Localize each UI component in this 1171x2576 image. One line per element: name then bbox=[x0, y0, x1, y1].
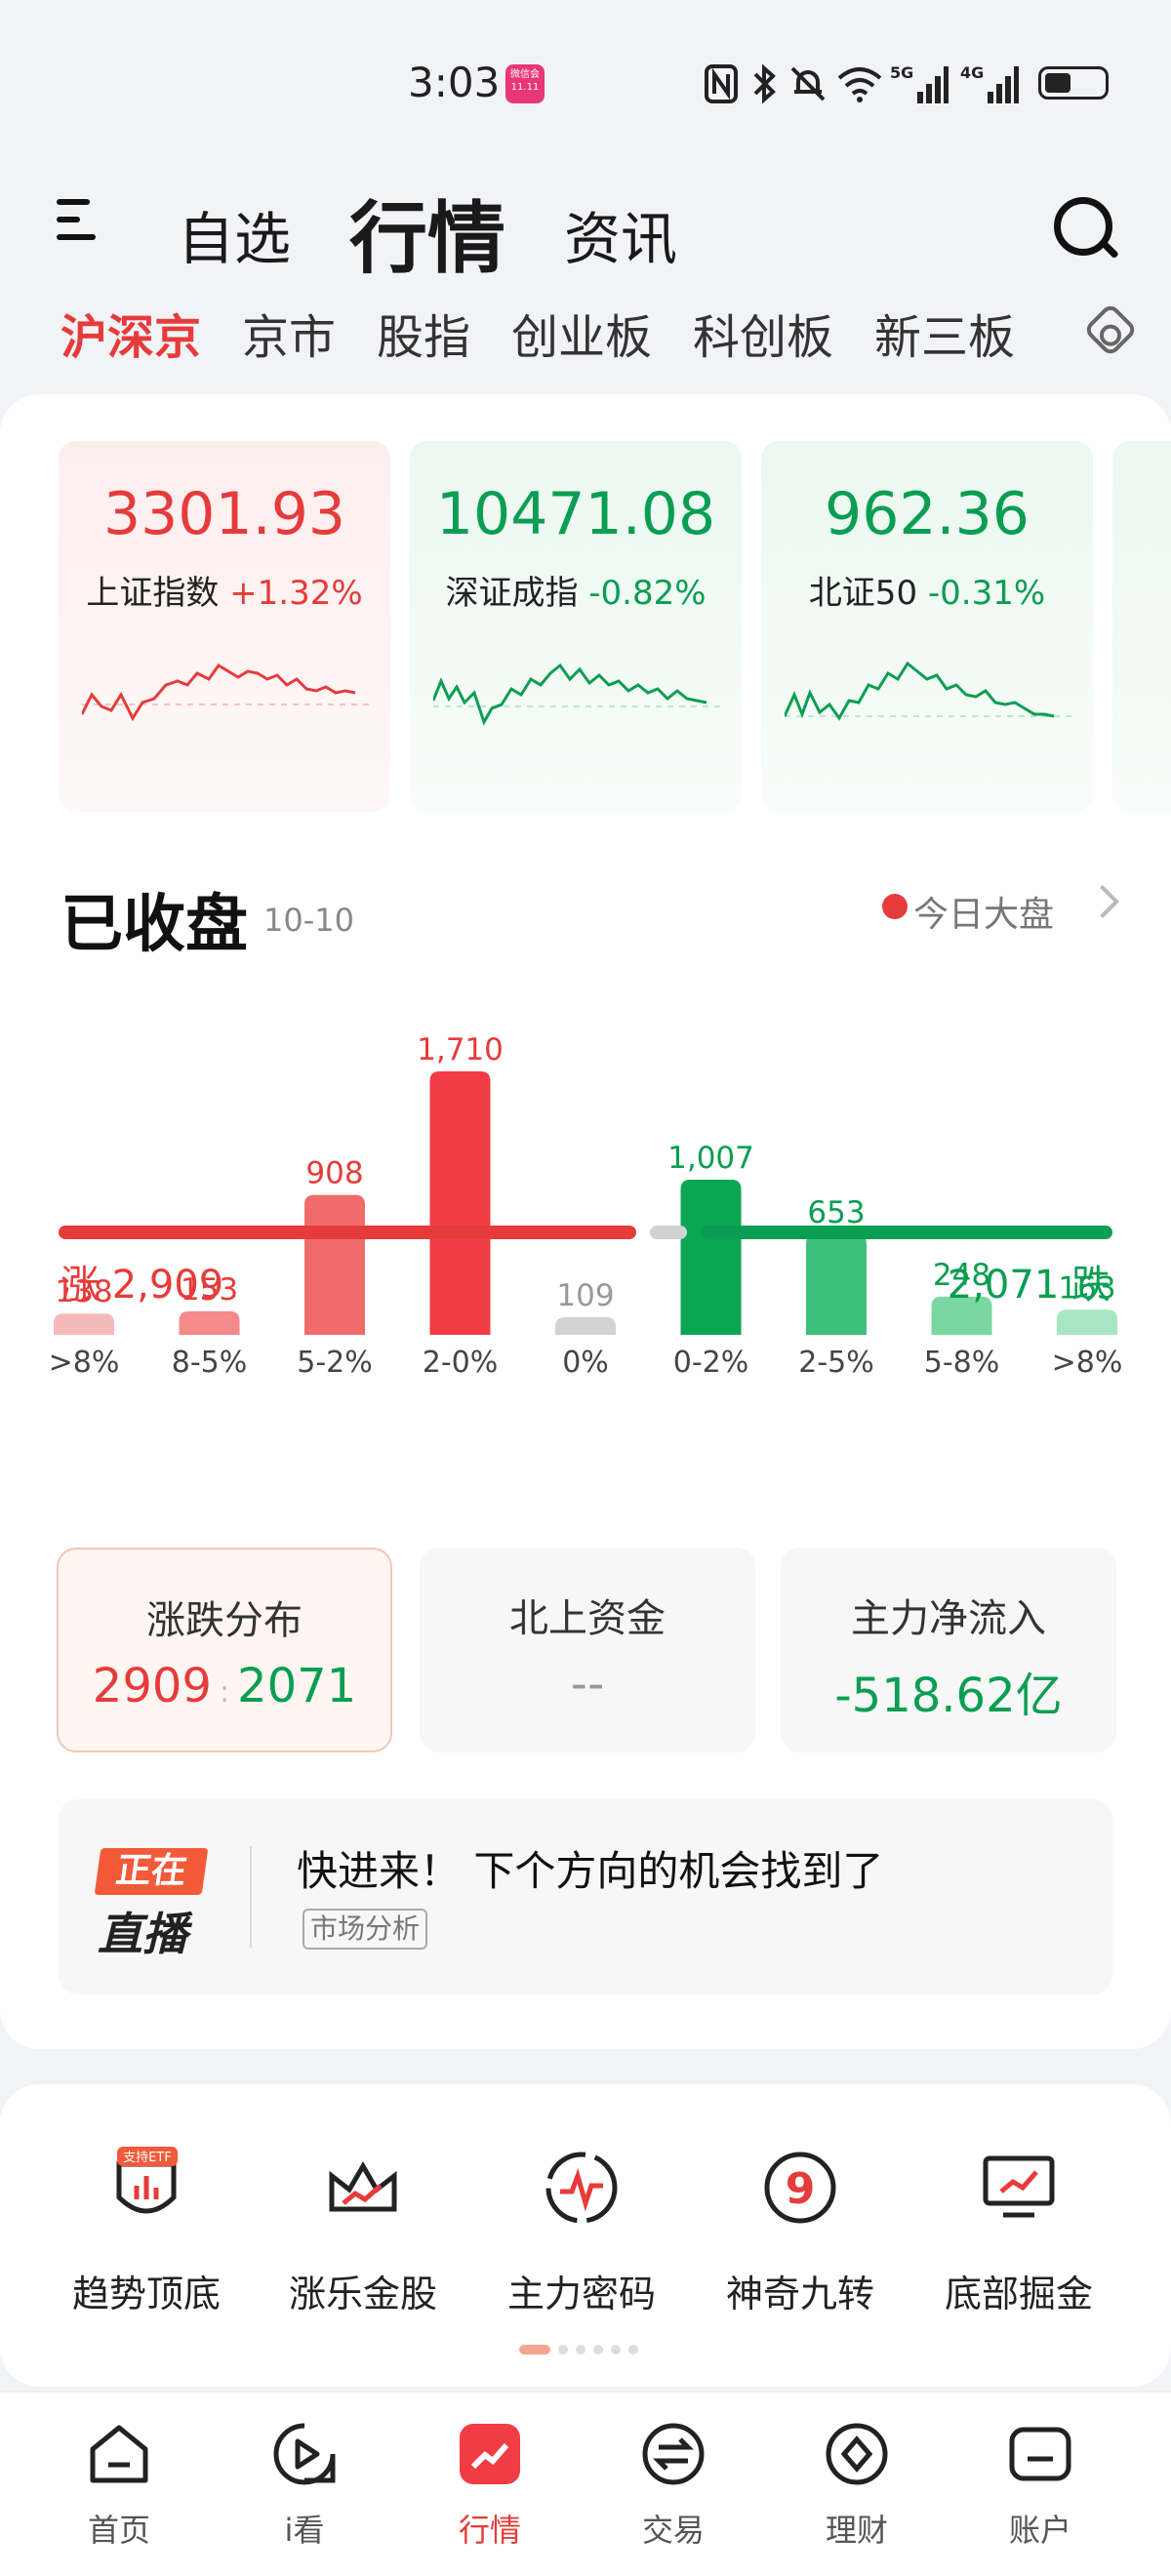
battery-icon bbox=[1038, 66, 1109, 100]
tab-news[interactable]: 资讯 bbox=[564, 193, 677, 275]
chart-value-label: 908 bbox=[305, 1156, 363, 1191]
bottom-nav: 首页 i看 行情 交易 理财 账户 bbox=[0, 2391, 1171, 2576]
fall-proportion-bar bbox=[701, 1226, 1112, 1239]
chart-category-label: >8% bbox=[49, 1346, 120, 1380]
chart-bar bbox=[680, 1180, 742, 1335]
monitor-chart-icon bbox=[978, 2147, 1060, 2229]
sparkline-shenzhen bbox=[433, 663, 726, 726]
stat-rise-fall-distribution[interactable]: 涨跌分布 2909:2071 bbox=[57, 1548, 392, 1752]
app-badge-icon: 微信会 11.11 bbox=[505, 64, 545, 103]
svg-text:5G: 5G bbox=[890, 63, 913, 82]
mute-bell-icon bbox=[790, 66, 826, 101]
subtab-xinsanban[interactable]: 新三板 bbox=[874, 299, 1015, 367]
chart-category-label: 5-8% bbox=[924, 1346, 1000, 1380]
chart-category-label: 8-5% bbox=[172, 1346, 248, 1380]
signal-4g-icon: 4G bbox=[960, 63, 1019, 103]
chart-category-label: >8% bbox=[1052, 1346, 1123, 1380]
index-card-bz50[interactable]: 962.36 北证50 -0.31% bbox=[761, 441, 1093, 812]
chart-category-label: 2-5% bbox=[798, 1346, 874, 1380]
live-tag: 市场分析 bbox=[303, 1909, 428, 1950]
today-market-link[interactable]: 今日大盘 bbox=[913, 886, 1054, 937]
nav-home[interactable]: 首页 bbox=[51, 2420, 187, 2551]
chart-bar bbox=[1057, 1309, 1117, 1335]
index-card-shanghai[interactable]: 3301.93 上证指数 +1.32% bbox=[59, 441, 390, 812]
chart-category-label: 2-0% bbox=[423, 1346, 499, 1380]
status-bar: 3:03 微信会 11.11 5G 4G bbox=[0, 0, 1171, 146]
svg-text:9: 9 bbox=[786, 2164, 816, 2214]
nfc-icon bbox=[705, 64, 738, 103]
signal-5g-icon: 5G bbox=[890, 63, 949, 103]
bluetooth-icon bbox=[753, 63, 776, 104]
wifi-icon bbox=[837, 67, 882, 102]
live-logo-icon: 正在 直播 bbox=[94, 1848, 215, 1960]
chart-value-label: 1,007 bbox=[667, 1141, 754, 1176]
index-card-partial[interactable] bbox=[1112, 441, 1171, 812]
chart-bar bbox=[54, 1313, 114, 1335]
subtab-chuangye[interactable]: 创业板 bbox=[511, 299, 652, 367]
nav-wealth[interactable]: 理财 bbox=[788, 2420, 925, 2551]
svg-text:4G: 4G bbox=[960, 63, 984, 82]
settings-icon[interactable] bbox=[1082, 302, 1139, 358]
feature-bottom-gold-digging[interactable]: 底部掘金 bbox=[921, 2147, 1116, 2317]
stat-main-inflow[interactable]: 主力净流入 -518.62亿 bbox=[781, 1548, 1116, 1752]
home-icon bbox=[85, 2420, 153, 2488]
menu-icon[interactable] bbox=[57, 193, 100, 246]
chart-value-label: 1,710 bbox=[417, 1032, 504, 1067]
nav-account[interactable]: 账户 bbox=[972, 2420, 1109, 2551]
chart-bar bbox=[179, 1310, 240, 1335]
rise-fall-distribution-chart: 138>8%1538-5%9085-2%1,7102-0%1090%1,0070… bbox=[49, 1032, 1123, 1380]
stat-northbound-funds[interactable]: 北上资金 -- bbox=[420, 1548, 755, 1752]
exchange-icon bbox=[639, 2420, 707, 2488]
sparkline-shanghai bbox=[82, 664, 375, 722]
chart-bar bbox=[806, 1233, 867, 1335]
crown-icon bbox=[322, 2147, 404, 2229]
status-time: 3:03 bbox=[408, 59, 501, 106]
chevron-right-icon[interactable] bbox=[1086, 885, 1119, 918]
page-indicator bbox=[519, 2340, 646, 2355]
fall-count: 2,071 跌 bbox=[947, 1263, 1110, 1308]
pulse-icon bbox=[541, 2147, 623, 2229]
feature-magic-nine[interactable]: 9 神奇九转 bbox=[703, 2147, 898, 2317]
subtab-jingshi[interactable]: 京市 bbox=[242, 299, 336, 367]
tab-market[interactable]: 行情 bbox=[349, 176, 505, 289]
search-icon[interactable] bbox=[1054, 197, 1112, 256]
feature-shortcuts: 支持ETF 趋势顶底 涨乐金股 主力密码 9 神奇九转 底部掘金 bbox=[0, 2084, 1171, 2387]
chart-value-label: 109 bbox=[556, 1278, 614, 1313]
subtab-guzhi[interactable]: 股指 bbox=[377, 299, 470, 367]
chart-bar bbox=[429, 1071, 491, 1335]
chart-category-label: 0% bbox=[562, 1346, 609, 1380]
flat-proportion-bar bbox=[650, 1226, 688, 1239]
chart-bar bbox=[304, 1194, 365, 1335]
sparkline-bz50 bbox=[785, 661, 1077, 721]
rise-proportion-bar bbox=[59, 1226, 637, 1239]
market-overview-card: 3301.93 上证指数 +1.32% 10471.08 深证成指 -0.82%… bbox=[0, 394, 1171, 2049]
wealth-icon bbox=[823, 2420, 891, 2488]
rise-count: 涨 2,909 bbox=[61, 1263, 224, 1308]
market-icon bbox=[456, 2420, 524, 2488]
chart-category-label: 0-2% bbox=[673, 1346, 749, 1380]
market-subtabs: 沪深京 京市 股指 创业板 科创板 新三板 bbox=[61, 299, 1036, 365]
nav-trade[interactable]: 交易 bbox=[605, 2420, 742, 2551]
section-title: 已收盘 bbox=[61, 889, 248, 961]
subtab-kechuang[interactable]: 科创板 bbox=[693, 299, 833, 367]
play-icon bbox=[270, 2420, 339, 2488]
chart-category-label: 5-2% bbox=[297, 1346, 373, 1380]
nav-market[interactable]: 行情 bbox=[422, 2420, 558, 2551]
live-dot-icon bbox=[882, 894, 908, 919]
tab-watchlist[interactable]: 自选 bbox=[178, 193, 291, 275]
index-card-shenzhen[interactable]: 10471.08 深证成指 -0.82% bbox=[410, 441, 742, 812]
feature-main-force-code[interactable]: 主力密码 bbox=[484, 2147, 679, 2317]
feature-trend-top-bottom[interactable]: 支持ETF 趋势顶底 bbox=[49, 2147, 244, 2317]
subtab-hushenjing[interactable]: 沪深京 bbox=[61, 299, 201, 367]
chart-bar bbox=[555, 1317, 616, 1335]
section-date: 10-10 bbox=[263, 902, 354, 939]
nine-icon: 9 bbox=[759, 2147, 841, 2229]
account-icon bbox=[1006, 2420, 1074, 2488]
nav-ikan[interactable]: i看 bbox=[236, 2420, 373, 2551]
feature-zhangle-golden-stock[interactable]: 涨乐金股 bbox=[265, 2147, 461, 2317]
svg-text:支持ETF: 支持ETF bbox=[123, 2151, 172, 2165]
live-banner[interactable]: 正在 直播 快进来！ 下个方向的机会找到了 市场分析 bbox=[59, 1799, 1112, 1994]
shield-chart-icon: 支持ETF bbox=[105, 2147, 187, 2229]
live-title: 快进来！ 下个方向的机会找到了 bbox=[297, 1847, 884, 1895]
